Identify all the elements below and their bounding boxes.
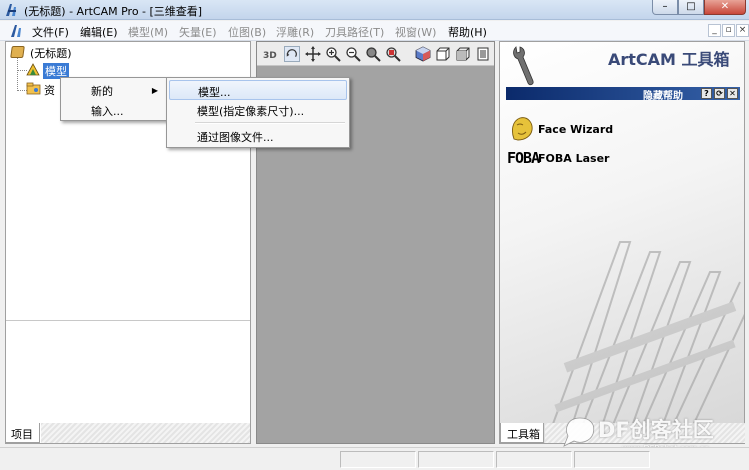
face-wizard-icon[interactable]	[508, 115, 535, 141]
menu-model[interactable]: 模型(M)	[128, 24, 168, 40]
3d-view-icon[interactable]: 3D	[263, 46, 279, 62]
status-cell	[574, 451, 650, 468]
mdi-minimize-button[interactable]: _	[708, 24, 721, 37]
mdi-restore-button[interactable]: ▫	[722, 24, 735, 37]
menu-item-new[interactable]: 新的 ▶	[63, 80, 166, 100]
new-submenu: 模型... 模型(指定像素尺寸)... 通过图像文件...	[166, 77, 350, 148]
hide-help-link[interactable]: 隐藏帮助	[643, 87, 683, 102]
menu-item-model-pixel-size-label: 模型(指定像素尺寸)...	[197, 105, 305, 118]
menu-item-import-label: 输入...	[91, 105, 124, 118]
menu-bar: 文件(F) 编辑(E) 模型(M) 矢量(E) 位图(B) 浮雕(R) 刀具路径…	[0, 21, 749, 41]
menu-vector[interactable]: 矢量(E)	[179, 24, 217, 40]
model-icon	[26, 63, 40, 76]
close-button[interactable]: ✕	[704, 0, 746, 15]
toolbox-background-image	[549, 241, 744, 432]
watermark-text: DF创客社区	[598, 418, 714, 442]
svg-text:3D: 3D	[263, 51, 277, 61]
project-folder-icon	[10, 46, 25, 58]
window-title: (无标题) - ArtCAM Pro - [三维查看]	[24, 5, 203, 18]
rotate-icon[interactable]	[284, 46, 300, 62]
tab-toolbox[interactable]: 工具箱	[500, 423, 544, 443]
menu-item-from-image-label: 通过图像文件...	[197, 131, 274, 144]
foba-logo[interactable]: FOBA	[507, 149, 540, 167]
resources-folder-icon	[26, 82, 41, 95]
artcam-doc-icon[interactable]	[10, 24, 24, 38]
status-cell	[418, 451, 494, 468]
menu-toolpaths[interactable]: 刀具路径(T)	[325, 24, 384, 40]
properties-pane	[6, 320, 250, 425]
mdi-close-button[interactable]: ×	[736, 24, 749, 37]
close-help-icon[interactable]: ✕	[727, 88, 738, 99]
front-view-icon[interactable]	[435, 46, 451, 62]
artcam-app-icon	[6, 4, 16, 16]
zoom-in-icon[interactable]	[325, 46, 341, 62]
tree-root-label[interactable]: (无标题)	[30, 45, 72, 61]
menu-help[interactable]: 帮助(H)	[448, 24, 487, 40]
menu-item-new-label: 新的	[91, 85, 113, 98]
view-toolbar: 3D	[257, 42, 494, 66]
maximize-button[interactable]: □	[678, 0, 704, 15]
side-view-icon[interactable]	[455, 46, 471, 62]
menu-separator	[195, 122, 345, 124]
context-menu: 新的 ▶ 输入...	[60, 77, 169, 121]
zoom-window-icon[interactable]	[365, 46, 381, 62]
help-icon[interactable]: ?	[701, 88, 712, 99]
menu-relief[interactable]: 浮雕(R)	[276, 24, 314, 40]
tab-project[interactable]: 项目	[5, 423, 40, 443]
wrench-icon	[513, 46, 534, 86]
foba-laser-link[interactable]: FOBA Laser	[538, 152, 609, 165]
tree-connector	[17, 58, 18, 91]
menu-item-model-pixel-size[interactable]: 模型(指定像素尺寸)...	[169, 100, 347, 120]
status-bar	[0, 447, 749, 470]
status-cell	[496, 451, 572, 468]
pan-icon[interactable]	[305, 46, 321, 62]
menu-file[interactable]: 文件(F)	[32, 24, 69, 40]
menu-bitmap[interactable]: 位图(B)	[228, 24, 266, 40]
toolbox-title: ArtCAM 工具箱	[608, 50, 730, 69]
menu-item-import[interactable]: 输入...	[63, 100, 166, 120]
minimize-button[interactable]: –	[652, 0, 678, 15]
face-wizard-link[interactable]: Face Wizard	[538, 123, 613, 136]
menu-item-new-model-label: 模型...	[198, 86, 231, 99]
title-bar: (无标题) - ArtCAM Pro - [三维查看] – □ ✕	[0, 0, 749, 20]
refresh-icon[interactable]: ⟳	[714, 88, 725, 99]
top-view-icon[interactable]	[475, 46, 491, 62]
menu-window[interactable]: 视窗(W)	[395, 24, 436, 40]
tab-strip-background	[41, 423, 250, 443]
submenu-arrow-icon: ▶	[151, 86, 158, 95]
menu-edit[interactable]: 编辑(E)	[80, 24, 118, 40]
menu-item-new-model[interactable]: 模型...	[169, 80, 347, 100]
tree-item-resources[interactable]: 资	[44, 82, 55, 98]
help-bar: 隐藏帮助 ? ⟳ ✕	[506, 87, 740, 102]
iso-view-icon[interactable]	[415, 46, 431, 62]
zoom-fit-icon[interactable]	[385, 46, 401, 62]
toolbox-panel: ArtCAM 工具箱 隐藏帮助 ? ⟳ ✕ Face Wizard FOBA F…	[499, 41, 745, 444]
zoom-out-icon[interactable]	[345, 46, 361, 62]
status-cell	[340, 451, 416, 468]
menu-item-from-image[interactable]: 通过图像文件...	[169, 126, 347, 146]
